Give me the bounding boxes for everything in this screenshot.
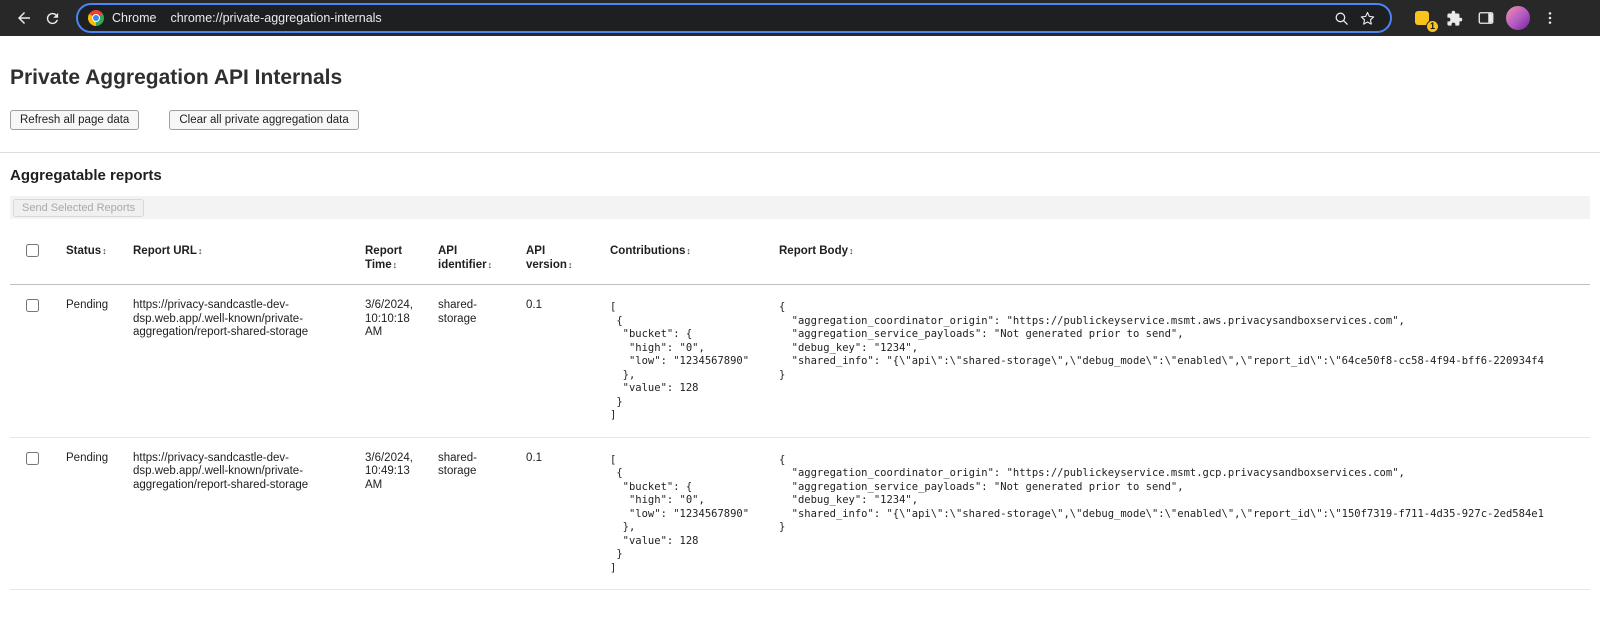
clear-all-button[interactable]: Clear all private aggregation data: [169, 110, 358, 130]
send-selected-reports-button[interactable]: Send Selected Reports: [13, 199, 144, 217]
toolbar-right-controls: 1: [1408, 4, 1590, 32]
report-body-cell: { "aggregation_coordinator_origin": "htt…: [771, 437, 1590, 590]
column-label: Contributions: [610, 245, 685, 257]
refresh-all-button[interactable]: Refresh all page data: [10, 110, 139, 130]
status-cell: Pending: [58, 285, 125, 438]
contributions-cell: [ { "bucket": { "high": "0", "low": "123…: [602, 437, 771, 590]
report-body-cell: { "aggregation_coordinator_origin": "htt…: [771, 285, 1590, 438]
column-label: Report URL: [133, 245, 197, 257]
side-panel-button[interactable]: [1472, 4, 1500, 32]
back-arrow-icon: [15, 9, 33, 27]
three-dot-menu-icon: [1542, 10, 1558, 26]
reload-button[interactable]: [38, 4, 66, 32]
page-content: Private Aggregation API Internals Refres…: [0, 66, 1600, 590]
row-select-cell: [10, 437, 58, 590]
reports-table: Status↕ Report URL↕ Report Time↕ API ide…: [10, 234, 1590, 590]
reload-icon: [44, 10, 61, 27]
sort-arrows-icon: ↕: [488, 260, 493, 270]
column-header-contributions[interactable]: Contributions↕: [602, 234, 771, 285]
report-body-json: { "aggregation_coordinator_origin": "htt…: [779, 454, 1582, 535]
url-text: chrome://private-aggregation-internals: [170, 11, 1328, 25]
select-all-header: [10, 234, 58, 285]
sort-arrows-icon: ↕: [849, 246, 854, 256]
extension-button[interactable]: 1: [1408, 4, 1436, 32]
status-cell: Pending: [58, 437, 125, 590]
search-icon: [1333, 10, 1350, 27]
api-identifier-cell: shared-storage: [430, 437, 518, 590]
search-button[interactable]: [1328, 5, 1354, 31]
sort-arrows-icon: ↕: [102, 246, 107, 256]
row-select-cell: [10, 285, 58, 438]
contributions-json: [ { "bucket": { "high": "0", "low": "123…: [610, 301, 763, 423]
extensions-menu-button[interactable]: [1440, 4, 1468, 32]
report-body-json: { "aggregation_coordinator_origin": "htt…: [779, 301, 1582, 382]
star-icon: [1359, 10, 1376, 27]
table-row: Pending https://privacy-sandcastle-dev-d…: [10, 285, 1590, 438]
api-version-cell: 0.1: [518, 285, 602, 438]
profile-button[interactable]: [1504, 4, 1532, 32]
page-actions: Refresh all page data Clear all private …: [10, 110, 1590, 130]
contributions-json: [ { "bucket": { "high": "0", "low": "123…: [610, 454, 763, 576]
section-heading: Aggregatable reports: [10, 167, 1590, 184]
row-checkbox[interactable]: [26, 452, 39, 465]
site-chip-label: Chrome: [112, 11, 156, 25]
sort-arrows-icon: ↕: [198, 246, 203, 256]
api-version-cell: 0.1: [518, 437, 602, 590]
page-title: Private Aggregation API Internals: [10, 66, 1590, 90]
extension-badge: 1: [1426, 20, 1439, 33]
divider: [0, 152, 1600, 153]
menu-button[interactable]: [1536, 4, 1564, 32]
api-identifier-cell: shared-storage: [430, 285, 518, 438]
puzzle-icon: [1446, 10, 1463, 27]
row-checkbox[interactable]: [26, 299, 39, 312]
column-label: API identifier: [438, 245, 487, 271]
report-time-cell: 3/6/2024, 10:49:13 AM: [357, 437, 430, 590]
column-label: Report Body: [779, 245, 848, 257]
browser-toolbar: Chrome chrome://private-aggregation-inte…: [0, 0, 1600, 36]
sort-arrows-icon: ↕: [686, 246, 691, 256]
report-url-cell: https://privacy-sandcastle-dev-dsp.web.a…: [125, 437, 357, 590]
sort-arrows-icon: ↕: [568, 260, 573, 270]
column-label: API version: [526, 245, 567, 271]
column-header-api-identifier[interactable]: API identifier↕: [430, 234, 518, 285]
column-header-report-time[interactable]: Report Time↕: [357, 234, 430, 285]
column-header-api-version[interactable]: API version↕: [518, 234, 602, 285]
back-button[interactable]: [10, 4, 38, 32]
chrome-logo-icon: [88, 10, 104, 26]
bookmark-button[interactable]: [1354, 5, 1380, 31]
avatar: [1506, 6, 1530, 30]
send-toolbar: Send Selected Reports: [10, 196, 1590, 219]
column-header-report-url[interactable]: Report URL↕: [125, 234, 357, 285]
column-header-status[interactable]: Status↕: [58, 234, 125, 285]
column-label: Status: [66, 245, 101, 257]
omnibox[interactable]: Chrome chrome://private-aggregation-inte…: [76, 3, 1392, 33]
table-row: Pending https://privacy-sandcastle-dev-d…: [10, 437, 1590, 590]
sort-arrows-icon: ↕: [393, 260, 398, 270]
report-url-cell: https://privacy-sandcastle-dev-dsp.web.a…: [125, 285, 357, 438]
select-all-checkbox[interactable]: [26, 244, 39, 257]
column-header-report-body[interactable]: Report Body↕: [771, 234, 1590, 285]
side-panel-icon: [1477, 9, 1495, 27]
contributions-cell: [ { "bucket": { "high": "0", "low": "123…: [602, 285, 771, 438]
report-time-cell: 3/6/2024, 10:10:18 AM: [357, 285, 430, 438]
table-header-row: Status↕ Report URL↕ Report Time↕ API ide…: [10, 234, 1590, 285]
